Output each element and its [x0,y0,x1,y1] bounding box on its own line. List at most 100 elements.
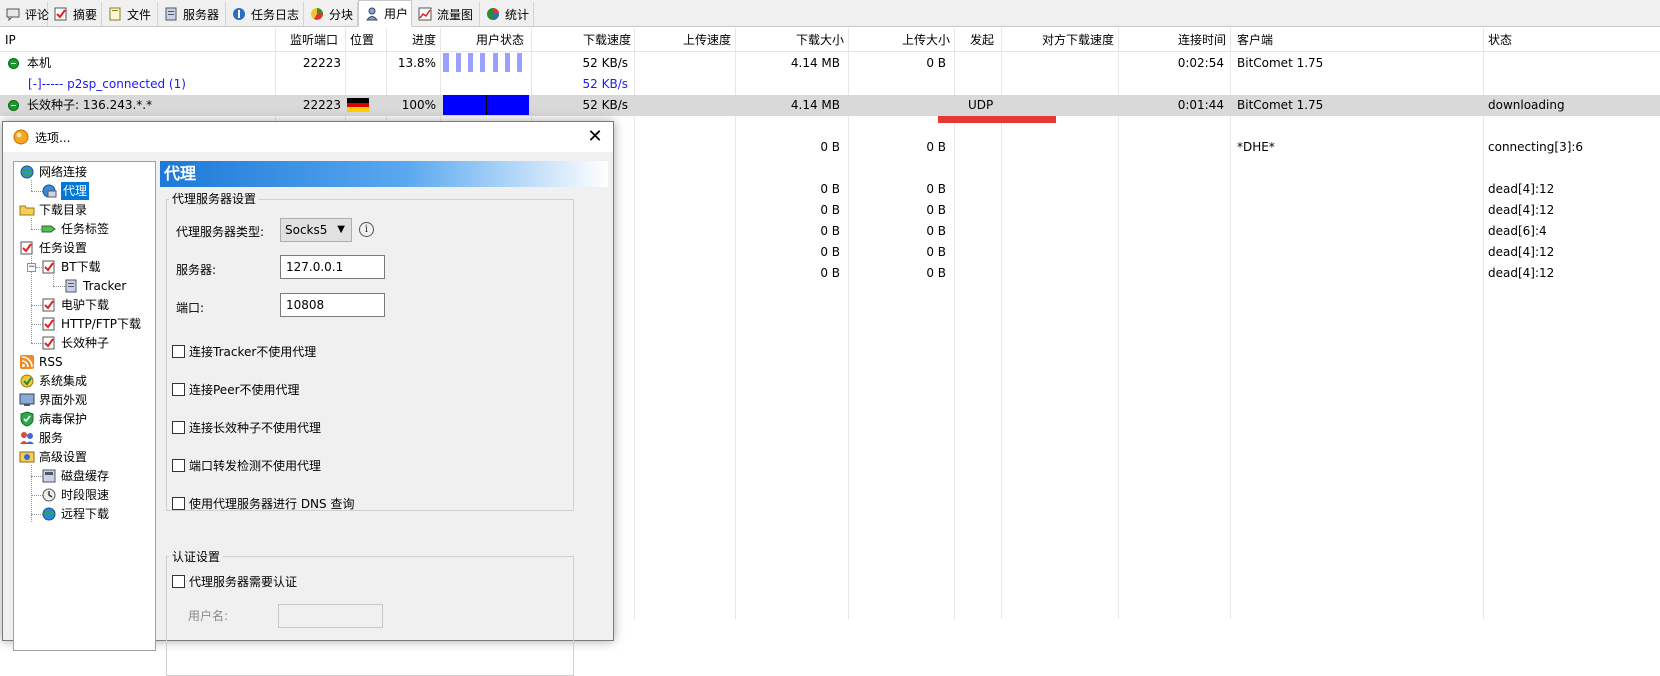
tab-files[interactable]: 文件 [102,2,158,26]
checkbox-box[interactable] [172,497,185,510]
tree-item-appearance[interactable]: 界面外观 [19,391,87,409]
cell-upload-size: 0 B [926,266,946,280]
tree-item-advanced[interactable]: 高级设置 [19,448,87,466]
column-header-peer-download-speed[interactable]: 对方下载速度 [1003,30,1114,50]
column-header-upload-size[interactable]: 上传大小 [850,30,950,50]
checkbox-peer-no-proxy[interactable]: 连接Peer不使用代理 [172,381,300,398]
column-header-user-status[interactable]: 用户状态 [476,30,524,50]
checkbox-box[interactable] [172,345,185,358]
tag-icon [41,225,56,233]
port-input[interactable]: 10808 [280,293,385,317]
username-label: 用户名: [188,609,229,623]
tree-item-disk-cache[interactable]: 磁盘缓存 [41,467,109,485]
column-divider [1118,28,1119,619]
column-header-client[interactable]: 客户端 [1237,30,1273,50]
column-divider [848,28,849,619]
info-icon[interactable]: i [359,222,374,237]
cell-progress: 13.8% [397,56,436,70]
cell-status: dead[4]:12 [1488,182,1555,196]
checkbox-box[interactable] [172,421,185,434]
schedule-limit-icon [42,488,56,502]
cell-upload-size: 0 B [926,245,946,259]
disk-cache-icon [42,469,56,483]
tab-label: 服务器 [183,7,220,22]
remote-download-icon [42,507,56,521]
tree-item-tracker[interactable]: Tracker [63,277,126,295]
column-header-progress[interactable]: 进度 [412,30,436,50]
tab-task-log[interactable]: 任务日志 [226,2,304,26]
checkbox-tracker-no-proxy[interactable]: 连接Tracker不使用代理 [172,343,316,360]
tree-item-network[interactable]: 网络连接 [19,163,87,181]
proxy-server-group-title: 代理服务器设置 [169,190,260,207]
tree-item-task-tags[interactable]: 任务标签 [41,220,109,238]
checkbox-label: 连接Peer不使用代理 [189,383,300,397]
cell-progress: 100% [401,98,436,112]
column-header-port[interactable]: 监听端口 [290,30,338,50]
column-header-upload-speed[interactable]: 上传速度 [636,30,731,50]
checkbox-proxy-dns[interactable]: 使用代理服务器进行 DNS 查询 [172,495,354,512]
column-header-ip[interactable]: IP [5,30,16,50]
tree-item-bt-download[interactable]: BT下载 [41,258,101,276]
close-button[interactable]: ✕ [585,127,605,147]
dialog-title-bar[interactable]: 选项... [3,122,613,152]
tab-pieces[interactable]: 分块 [304,2,358,26]
tab-label: 统计 [505,7,530,22]
column-header-download-speed[interactable]: 下载速度 [535,30,631,50]
checkbox-box[interactable] [172,575,185,588]
column-header-download-size[interactable]: 下载大小 [740,30,844,50]
tab-servers[interactable]: 服务器 [158,2,226,26]
tree-item-service[interactable]: 服务 [19,429,63,447]
tab-traffic-chart[interactable]: 流量图 [412,2,480,26]
username-input[interactable] [278,604,383,628]
dialog-title: 选项... [35,130,71,145]
tree-item-http-ftp[interactable]: HTTP/FTP下载 [41,315,141,333]
tree-item-download-dir[interactable]: 下载目录 [19,201,87,219]
checkbox-port-forward-no-proxy[interactable]: 端口转发检测不使用代理 [172,457,321,474]
tab-label: 评论 [25,7,50,22]
column-divider [735,28,736,619]
tree-item-system-integration[interactable]: 系统集成 [19,372,87,390]
group-label[interactable]: [-]----- p2sp_connected (1) [28,74,186,94]
tab-comments[interactable]: 评论 [0,2,50,26]
tree-item-long-seed[interactable]: 长效种子 [41,334,109,352]
checkbox-proxy-auth[interactable]: 代理服务器需要认证 [172,573,297,590]
pieces-icon [311,8,323,20]
column-header-connection-time[interactable]: 连接时间 [1120,30,1226,50]
cell-upload-size: 0 B [926,140,946,154]
comment-icon [6,8,20,21]
checkbox-box[interactable] [172,459,185,472]
checkbox-box[interactable] [172,383,185,396]
column-header-status[interactable]: 状态 [1488,30,1512,50]
tree-item-ed2k[interactable]: 电驴下载 [41,296,109,314]
tree-item-rss[interactable]: RSS [19,353,63,371]
collapse-toggle[interactable]: − [27,263,36,272]
tab-summary[interactable]: 摘要 [48,2,102,26]
cell-status: dead[4]:12 [1488,266,1555,280]
options-dialog: 选项... ✕ − 网络连接 代理 下载目录 任务标签 任务设置 BT下载 Tr… [2,121,614,676]
tab-statistics[interactable]: 统计 [480,2,534,26]
column-header-initiator[interactable]: 发起 [970,30,994,50]
proxy-type-select[interactable]: Socks5 ▼ [280,218,352,242]
tab-users[interactable]: 用户 [358,0,412,27]
tree-item-task-settings[interactable]: 任务设置 [19,239,87,257]
piece-stripe [521,53,522,72]
globe-network-icon [20,165,34,179]
tree-item-antivirus[interactable]: 病毒保护 [19,410,87,428]
cell-connection-time: 0:01:44 [1177,98,1224,112]
cell-download-speed: 52 KB/s [582,56,628,70]
tree-item-proxy[interactable]: 代理 [41,182,90,200]
server-input[interactable]: 127.0.0.1 [280,255,385,279]
tracker-server-icon [65,279,77,293]
files-icon [109,7,121,21]
tree-item-remote-download[interactable]: 远程下载 [41,505,109,523]
tree-connector [31,180,32,191]
column-divider [1230,28,1231,619]
tree-item-schedule[interactable]: 时段限速 [41,486,109,504]
cell-port: 22223 [302,98,341,112]
checkbox-long-seed-no-proxy[interactable]: 连接长效种子不使用代理 [172,419,321,436]
cell-client: BitComet 1.75 [1237,98,1324,112]
task-settings-icon [20,241,33,255]
tab-label: 任务日志 [251,7,300,22]
cell-download-size: 0 B [820,140,840,154]
column-header-location[interactable]: 位置 [350,30,374,50]
